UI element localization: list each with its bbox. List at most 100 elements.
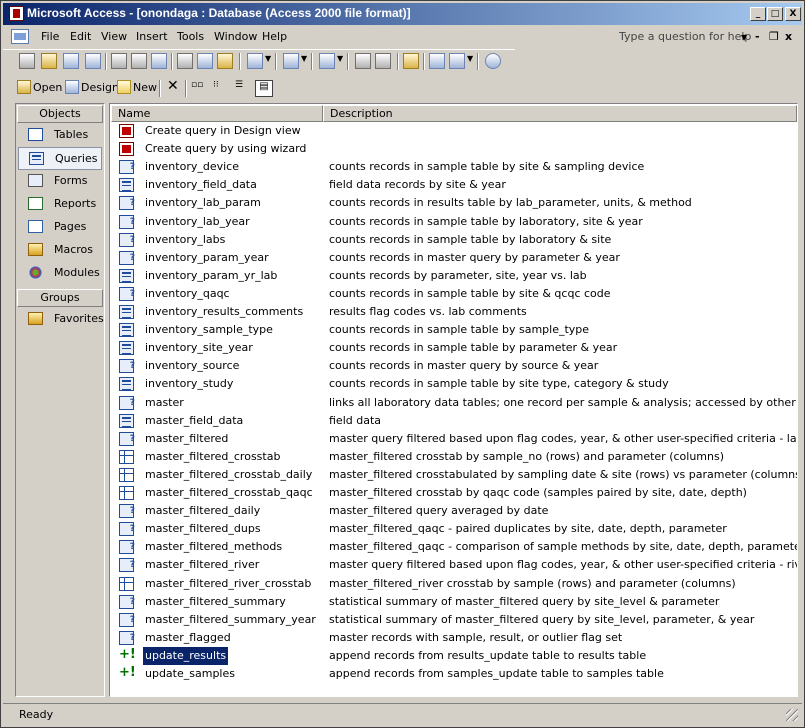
query-name[interactable]: Create query in Design view (145, 122, 301, 140)
objects-item-modules[interactable]: Modules (18, 262, 102, 285)
menu-file[interactable]: File (41, 30, 59, 43)
table-row[interactable]: master_filtered_crosstab_qaqc master_filt… (110, 484, 797, 502)
query-name[interactable]: master_filtered_crosstab_daily (145, 466, 312, 484)
new-object-icon[interactable] (449, 53, 465, 69)
query-name[interactable]: master_filtered_dups (145, 520, 261, 538)
print-icon[interactable] (111, 53, 127, 69)
objects-item-forms[interactable]: Forms (18, 170, 102, 193)
small-icons-icon[interactable]: ⁝⁝ (213, 80, 231, 97)
table-row[interactable]: inventory_lab_year counts records in samp… (110, 213, 797, 231)
table-row[interactable]: inventory_lab_param counts records in res… (110, 194, 797, 212)
query-name[interactable]: inventory_study (145, 375, 233, 393)
query-name[interactable]: update_results (141, 645, 230, 666)
analyze-icon[interactable] (319, 53, 335, 69)
access-app-icon[interactable] (9, 6, 24, 21)
query-name[interactable]: Create query by using wizard (145, 140, 306, 158)
properties-icon[interactable] (403, 53, 419, 69)
save-icon[interactable] (63, 53, 79, 69)
query-name[interactable]: inventory_param_yr_lab (145, 267, 277, 285)
objects-header[interactable]: Objects (17, 105, 103, 123)
analyze-dropdown-icon[interactable]: ▼ (337, 54, 343, 63)
objects-item-tables[interactable]: Tables (18, 124, 102, 147)
minimize-button[interactable]: _ (750, 7, 766, 21)
print-preview-icon[interactable] (131, 53, 147, 69)
code-icon[interactable] (355, 53, 371, 69)
maximize-button[interactable]: □ (767, 7, 783, 21)
table-row[interactable]: master_filtered_summary statistical summa… (110, 593, 797, 611)
large-icons-icon[interactable]: ▫▫ (191, 80, 209, 97)
office-links-dropdown-icon[interactable]: ▼ (301, 54, 307, 63)
query-name[interactable]: master_filtered_river (145, 556, 259, 574)
query-name[interactable]: inventory_results_comments (145, 303, 303, 321)
database-window-icon[interactable] (11, 29, 29, 44)
help-question-input[interactable]: Type a question for help (619, 30, 751, 43)
office-links-icon[interactable] (283, 53, 299, 69)
query-name[interactable]: master_filtered_summary (145, 593, 286, 611)
list-view-icon[interactable]: ☰ (235, 80, 253, 97)
table-row[interactable]: inventory_qaqc counts records in sample t… (110, 285, 797, 303)
help-icon[interactable] (485, 53, 501, 69)
table-row[interactable]: Create query by using wizard (110, 140, 797, 158)
table-row[interactable]: master links all laboratory data tables; … (110, 394, 797, 412)
table-row[interactable]: master_filtered_summary_year statistical … (110, 611, 797, 629)
column-header-name[interactable]: Name (111, 105, 323, 122)
table-row[interactable]: inventory_device counts records in sample… (110, 158, 797, 176)
open-folder-icon[interactable] (41, 53, 57, 69)
query-name[interactable]: inventory_source (145, 357, 239, 375)
title-bar[interactable]: Microsoft Access - [onondaga : Database … (3, 3, 802, 25)
query-name[interactable]: master_filtered_crosstab (145, 448, 280, 466)
table-row[interactable]: inventory_param_yr_lab counts records by … (110, 267, 797, 285)
query-name[interactable]: master_filtered (145, 430, 228, 448)
new-object-dropdown-icon[interactable]: ▼ (467, 54, 473, 63)
table-row[interactable]: inventory_param_year counts records in ma… (110, 249, 797, 267)
spelling-icon[interactable] (151, 53, 167, 69)
mdi-minimize-button[interactable]: - (755, 30, 760, 43)
table-row[interactable]: master_filtered_crosstab_daily master_fil… (110, 466, 797, 484)
table-row[interactable]: master_filtered master query filtered bas… (110, 430, 797, 448)
table-row[interactable]: master_filtered_river master query filter… (110, 556, 797, 574)
objects-item-macros[interactable]: Macros (18, 239, 102, 262)
paste-icon[interactable] (217, 53, 233, 69)
query-name[interactable]: master_filtered_methods (145, 538, 282, 556)
table-row[interactable]: master_filtered_dups master_filtered_qaqc… (110, 520, 797, 538)
table-row[interactable]: master_filtered_crosstab master_filtered … (110, 448, 797, 466)
menu-insert[interactable]: Insert (136, 30, 168, 43)
table-row[interactable]: inventory_source counts records in master… (110, 357, 797, 375)
undo-icon[interactable] (247, 53, 263, 69)
query-name[interactable]: master_filtered_river_crosstab (145, 575, 311, 593)
relationships-icon[interactable] (429, 53, 445, 69)
query-name[interactable]: master_flagged (145, 629, 231, 647)
design-button[interactable]: Design (65, 80, 119, 97)
mdi-close-button[interactable]: x (785, 30, 792, 43)
query-name[interactable]: master_filtered_daily (145, 502, 260, 520)
query-name[interactable]: master (145, 394, 184, 412)
file-search-icon[interactable] (85, 53, 101, 69)
open-button[interactable]: Open (17, 80, 62, 97)
table-row[interactable]: +! update_results append records from resu… (110, 645, 797, 666)
query-name[interactable]: inventory_sample_type (145, 321, 273, 339)
script-editor-icon[interactable] (375, 53, 391, 69)
new-file-icon[interactable] (19, 53, 35, 69)
groups-item-favorites[interactable]: Favorites (18, 308, 104, 331)
menu-help[interactable]: Help (262, 30, 287, 43)
menu-window[interactable]: Window (214, 30, 257, 43)
objects-item-queries[interactable]: Queries (18, 147, 102, 170)
table-row[interactable]: master_filtered_river_crosstab master_fil… (110, 575, 797, 593)
resize-grip-icon[interactable] (786, 709, 798, 721)
mdi-restore-button[interactable]: ❐ (769, 30, 779, 43)
query-name[interactable]: inventory_qaqc (145, 285, 230, 303)
table-row[interactable]: inventory_site_year counts records in sam… (110, 339, 797, 357)
menu-view[interactable]: View (101, 30, 127, 43)
cut-icon[interactable] (177, 53, 193, 69)
menu-edit[interactable]: Edit (70, 30, 91, 43)
column-header-description[interactable]: Description (323, 105, 797, 122)
table-row[interactable]: Create query in Design view (110, 122, 797, 140)
query-name[interactable]: inventory_lab_year (145, 213, 250, 231)
delete-icon[interactable]: ✕ (167, 78, 179, 95)
table-row[interactable]: master_field_data field data (110, 412, 797, 430)
query-name[interactable]: update_samples (145, 665, 235, 683)
query-name[interactable]: inventory_labs (145, 231, 225, 249)
groups-header[interactable]: Groups (17, 289, 103, 307)
query-name[interactable]: inventory_param_year (145, 249, 269, 267)
query-name[interactable]: inventory_device (145, 158, 239, 176)
